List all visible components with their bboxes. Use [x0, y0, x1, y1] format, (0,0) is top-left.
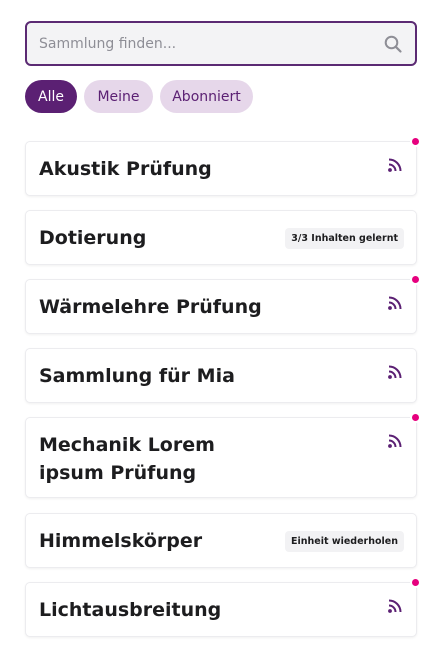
search-box[interactable] [25, 21, 417, 66]
filter-chip-alle[interactable]: Alle [25, 80, 77, 113]
collection-title-line-2: ipsum Prüfung [39, 462, 197, 484]
rss-feed-icon [388, 365, 402, 379]
collection-title: Dotierung [39, 227, 147, 249]
unread-dot [410, 412, 421, 423]
collection-card[interactable]: Wärmelehre Prüfung [25, 279, 417, 334]
collection-card[interactable]: Lichtausbreitung [25, 582, 417, 637]
rss-feed-icon [388, 434, 402, 448]
rss-feed-icon [388, 158, 402, 172]
collection-card[interactable]: Dotierung 3/3 Inhalten gelernt [25, 210, 417, 265]
collection-title: Himmelskörper [39, 530, 203, 552]
collection-card[interactable]: Himmelskörper Einheit wiederholen [25, 513, 417, 568]
collection-card[interactable]: Mechanik Lorem ipsum Prüfung [25, 417, 417, 498]
rss-feed-icon [388, 599, 402, 613]
collection-card[interactable]: Akustik Prüfung [25, 141, 417, 196]
unread-dot [410, 274, 421, 285]
collections-page: Alle Meine Abonniert Akustik Prüfung Dot… [0, 0, 443, 671]
collection-title: Akustik Prüfung [39, 158, 212, 180]
search-input[interactable] [39, 23, 369, 64]
collection-title: Lichtausbreitung [39, 599, 222, 621]
status-badge: Einheit wiederholen [285, 531, 404, 552]
unread-dot [410, 136, 421, 147]
collection-title: Sammlung für Mia [39, 365, 235, 387]
filter-chip-meine[interactable]: Meine [84, 80, 153, 113]
progress-badge: 3/3 Inhalten gelernt [285, 228, 404, 249]
collection-card[interactable]: Sammlung für Mia [25, 348, 417, 403]
collection-title-line-1: Mechanik Lorem [39, 434, 215, 456]
filter-chip-abonniert[interactable]: Abonniert [160, 80, 253, 113]
search-icon[interactable] [383, 34, 403, 54]
unread-dot [410, 577, 421, 588]
collection-title: Wärmelehre Prüfung [39, 296, 262, 318]
rss-feed-icon [388, 296, 402, 310]
